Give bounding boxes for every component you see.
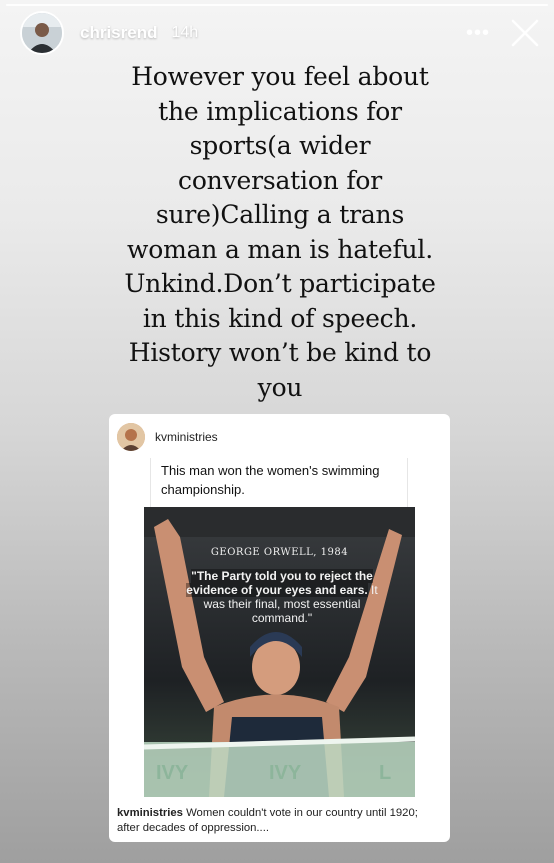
post-caption-user[interactable]: kvministries	[117, 807, 183, 819]
story-timestamp: 14h	[171, 24, 199, 41]
post-avatar[interactable]	[117, 423, 145, 451]
story-caption: However you feel about the implications …	[124, 62, 436, 402]
post-username[interactable]: kvministries	[155, 430, 218, 444]
quote-bold: "The Party told you to reject the eviden…	[186, 569, 373, 597]
shared-post-card[interactable]: kvministries This man won the women's sw…	[109, 414, 450, 842]
close-icon[interactable]	[510, 18, 540, 48]
story-username[interactable]: chrisrend	[80, 23, 157, 43]
story-header: chrisrend 14h •••	[20, 10, 540, 56]
post-caption: kvministries Women couldn't vote in our …	[117, 806, 442, 836]
quote-overlay: GEORGE ORWELL, 1984 "The Party told you …	[144, 507, 415, 797]
quote-author: GEORGE ORWELL, 1984	[210, 547, 349, 558]
post-image[interactable]: IVY IVY L GEORGE ORWELL, 1984 "The Party…	[144, 507, 415, 797]
post-header: kvministries	[117, 423, 442, 451]
more-icon[interactable]: •••	[466, 22, 490, 45]
quote-text: "The Party told you to reject the eviden…	[184, 569, 380, 625]
story-progress-bar	[6, 4, 548, 6]
quoted-text: This man won the women's swimming champi…	[161, 463, 380, 497]
avatar[interactable]	[20, 11, 64, 55]
